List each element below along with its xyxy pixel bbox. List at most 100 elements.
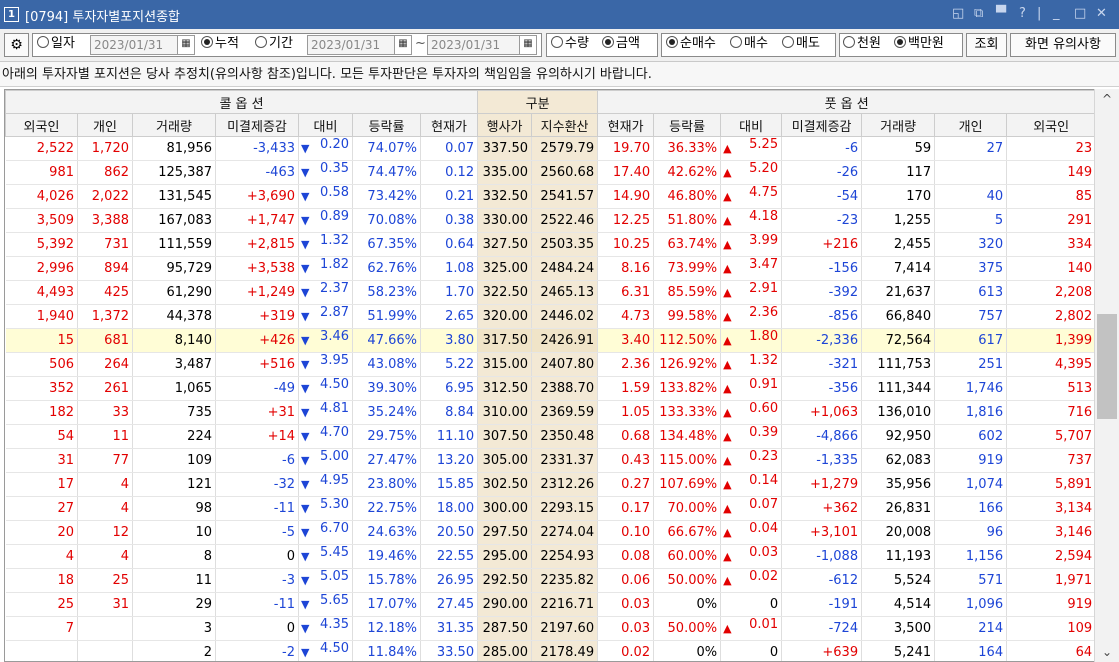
column-header[interactable]: 대비 — [720, 113, 783, 137]
pin-icon[interactable]: ▀ — [996, 6, 1006, 21]
radio-thousand-won-circle[interactable] — [843, 36, 855, 48]
scroll-thumb[interactable] — [1097, 314, 1117, 419]
radio-amount[interactable]: 금액 — [602, 34, 640, 56]
date-input-daily[interactable]: 2023/01/31 ▦ — [90, 35, 195, 55]
column-header[interactable]: 미결제증감 — [215, 113, 299, 137]
query-button[interactable]: 조회 — [966, 33, 1007, 57]
table-row[interactable]: 2,996 894 95,729 +3,538 ▼ 1.82 62.76% 1.08 325.0… — [5, 256, 1094, 281]
table-row[interactable]: 15 681 8,140 +426 ▼ 3.46 47.66% 3.80 317.50 2426.… — [5, 328, 1094, 353]
table-cell: 27.47% — [352, 448, 421, 473]
table-row[interactable]: 7 3 0 ▼ 4.35 12.18% 31.35 287.50 2197.60 0.03 50.0… — [5, 616, 1094, 641]
calendar-icon[interactable]: ▦ — [177, 36, 194, 54]
radio-daily[interactable]: 일자 — [37, 34, 75, 56]
settings-gear-icon[interactable]: ⚙ — [4, 33, 29, 57]
cell-value: 3,134 — [1054, 501, 1093, 516]
column-header[interactable]: 거래량 — [132, 113, 216, 137]
table-row[interactable]: 182 33 735 +31 ▼ 4.81 35.24% 8.84 310.00 2369.59 1… — [5, 400, 1094, 425]
screen-notice-button[interactable]: 화면 유의사항 — [1010, 33, 1116, 57]
table-cell: 334 — [1006, 232, 1094, 257]
column-header[interactable]: 미결제증감 — [781, 113, 863, 137]
radio-cumulative-circle[interactable] — [201, 36, 213, 48]
scroll-down-icon[interactable]: ⌄ — [1095, 642, 1119, 662]
vertical-scrollbar[interactable]: ^ ⌄ — [1094, 89, 1119, 662]
radio-million-won-circle[interactable] — [894, 36, 906, 48]
table-row[interactable]: 2,522 1,720 81,956 -3,433 ▼ 0.20 74.07% 0.07 337… — [5, 136, 1094, 161]
calendar-icon[interactable]: ▦ — [519, 36, 536, 54]
table-cell: 302.50 — [477, 472, 533, 497]
radio-net-buy-circle[interactable] — [666, 36, 678, 48]
cell-value: 295.00 — [482, 549, 529, 564]
column-header[interactable]: 등락률 — [352, 113, 421, 137]
date-input-from[interactable]: 2023/01/31 ▦ — [307, 35, 412, 55]
radio-quantity-circle[interactable] — [551, 36, 563, 48]
restore-layout-icon[interactable]: ◱ — [952, 6, 964, 21]
maximize-icon[interactable]: □ — [1074, 6, 1086, 21]
table-cell: 92,950 — [861, 424, 936, 449]
table-row[interactable]: 54 11 224 +14 ▼ 4.70 29.75% 11.10 307.50 2350.48 0… — [5, 424, 1094, 449]
table-row[interactable]: 981 862 125,387 -463 ▼ 0.35 74.47% 0.12 335.00 25… — [5, 160, 1094, 185]
table-cell: 2197.60 — [531, 616, 599, 641]
cell-value: 14.90 — [612, 189, 651, 204]
title-bar[interactable]: 1 [0794] 투자자별포지션종합 ◱ ⧉ ▀ ? | _ □ ✕ — [0, 0, 1119, 29]
column-header[interactable]: 지수환산 — [531, 113, 599, 137]
radio-net-buy[interactable]: 순매수 — [666, 34, 716, 56]
radio-sell[interactable]: 매도 — [782, 34, 820, 56]
help-icon[interactable]: ? — [1019, 6, 1026, 21]
table-row[interactable]: 20 12 10 -5 ▼ 6.70 24.63% 20.50 297.50 2274.04 0.1… — [5, 520, 1094, 545]
radio-sell-circle[interactable] — [782, 36, 794, 48]
table-row[interactable]: 17 4 121 -32 ▼ 4.95 23.80% 15.85 302.50 2312.26 0.… — [5, 472, 1094, 497]
table-row[interactable]: 5,392 731 111,559 +2,815 ▼ 1.32 67.35% 0.64 327.… — [5, 232, 1094, 257]
table-cell: 50.00% — [653, 568, 722, 593]
cell-value: 0.02 — [749, 569, 779, 584]
table-row[interactable]: 18 25 11 -3 ▼ 5.05 15.78% 26.95 292.50 2235.82 0.0… — [5, 568, 1094, 593]
table-row[interactable]: 352 261 1,065 -49 ▼ 4.50 39.30% 6.95 312.50 2388.… — [5, 376, 1094, 401]
calendar-icon[interactable]: ▦ — [394, 36, 411, 54]
radio-thousand-won[interactable]: 천원 — [843, 34, 881, 56]
column-header[interactable]: 개인 — [77, 113, 133, 137]
date-input-to[interactable]: 2023/01/31 ▦ — [427, 35, 537, 55]
column-header[interactable]: 현재가 — [597, 113, 655, 137]
new-window-icon[interactable]: ⧉ — [974, 6, 983, 21]
table-cell: 12.18% — [352, 616, 421, 641]
cell-value: 2407.80 — [540, 357, 595, 372]
table-row[interactable]: 31 77 109 -6 ▼ 5.00 27.47% 13.20 305.00 2331.37 0.… — [5, 448, 1094, 473]
table-cell: 919 — [1006, 592, 1094, 617]
radio-buy[interactable]: 매수 — [730, 34, 768, 56]
column-header[interactable]: 외국인 — [1006, 113, 1094, 137]
column-header[interactable]: 외국인 — [5, 113, 78, 137]
table-row[interactable]: 4,026 2,022 131,545 +3,690 ▼ 0.58 73.42% 0.21 33… — [5, 184, 1094, 209]
radio-amount-circle[interactable] — [602, 36, 614, 48]
scroll-up-icon[interactable]: ^ — [1095, 89, 1119, 109]
table-row[interactable]: 2 -2 ▼ 4.50 11.84% 33.50 285.00 2178.49 0.02 0% 0 +… — [5, 640, 1094, 661]
table-cell: 36.33% — [653, 136, 722, 161]
table-row[interactable]: 25 31 29 -11 ▼ 5.65 17.07% 27.45 290.00 2216.71 0.… — [5, 592, 1094, 617]
radio-period[interactable]: 기간 — [255, 34, 293, 56]
table-row[interactable]: 4,493 425 61,290 +1,249 ▼ 2.37 58.23% 1.70 322.5… — [5, 280, 1094, 305]
column-header[interactable]: 행사가 — [477, 113, 533, 137]
table-row[interactable]: 506 264 3,487 +516 ▼ 3.95 43.08% 5.22 315.00 2407… — [5, 352, 1094, 377]
radio-period-circle[interactable] — [255, 36, 267, 48]
cell-value: 312.50 — [482, 381, 529, 396]
radio-daily-circle[interactable] — [37, 36, 49, 48]
cell-value: 506 — [49, 357, 74, 372]
close-icon[interactable]: ✕ — [1096, 6, 1107, 21]
column-header[interactable]: 대비 — [298, 113, 353, 137]
radio-buy-circle[interactable] — [730, 36, 742, 48]
radio-cumulative[interactable]: 누적 — [201, 34, 239, 56]
cell-value: 62.76% — [367, 261, 417, 276]
up-arrow-icon: ▲ — [723, 310, 732, 323]
cell-value: 320 — [978, 237, 1004, 252]
table-row[interactable]: 3,509 3,388 167,083 +1,747 ▼ 0.89 70.08% 0.38 33… — [5, 208, 1094, 233]
table-row[interactable]: 4 4 8 0 ▼ 5.45 19.46% 22.55 295.00 2254.93 0.08 60.… — [5, 544, 1094, 569]
table-row[interactable]: 1,940 1,372 44,378 +319 ▼ 2.87 51.99% 2.65 320.0… — [5, 304, 1094, 329]
column-header[interactable]: 현재가 — [419, 113, 479, 137]
radio-million-won[interactable]: 백만원 — [894, 34, 944, 56]
cell-value: 2,208 — [1054, 285, 1093, 300]
table-row[interactable]: 27 4 98 -11 ▼ 5.30 22.75% 18.00 300.00 2293.15 0.1… — [5, 496, 1094, 521]
radio-quantity[interactable]: 수량 — [551, 34, 589, 56]
column-header[interactable]: 개인 — [934, 113, 1008, 137]
minimize-icon[interactable]: _ — [1053, 6, 1060, 21]
column-header[interactable]: 거래량 — [861, 113, 936, 137]
column-header[interactable]: 등락률 — [653, 113, 722, 137]
table-cell: 11 — [132, 568, 216, 593]
